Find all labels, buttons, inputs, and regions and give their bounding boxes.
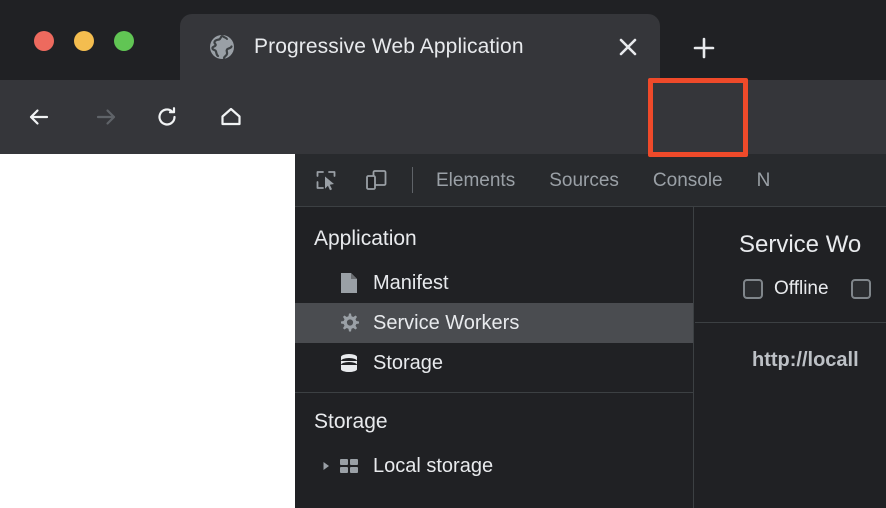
page-content-area [0,154,295,508]
database-icon [335,352,363,374]
sidebar-item-label: Service Workers [373,312,519,335]
table-icon [335,456,363,476]
devtools-sidebar: Application Manifest [295,207,694,508]
inspect-element-icon [313,167,339,193]
device-toolbar-icon [363,167,389,193]
sidebar-item-label: Manifest [373,272,449,295]
devtools-body: Application Manifest [295,207,886,508]
new-tab-button[interactable] [682,26,726,70]
close-icon [617,36,639,58]
section-title-application: Application [295,207,693,263]
service-worker-origin: http://locall [695,323,886,372]
sidebar-item-label: Local storage [373,455,493,478]
tab-close-button[interactable] [606,25,650,69]
tab-network[interactable]: N [740,154,771,207]
toolbar-divider [412,167,413,193]
service-workers-header: Service Wo Offline [695,207,886,300]
devtools-panel: Elements Sources Console N Application [295,154,886,508]
service-workers-pane: Service Wo Offline http://locall [695,207,886,508]
home-icon [216,102,246,132]
window-controls [34,31,134,51]
window-minimize-button[interactable] [74,31,94,51]
second-checkbox[interactable] [851,279,882,299]
sidebar-item-storage[interactable]: Storage [295,343,693,383]
globe-icon [209,34,235,60]
pane-title: Service Wo [739,231,886,259]
tab-elements[interactable]: Elements [419,154,532,207]
reload-icon [152,102,182,132]
devtools-toolbar: Elements Sources Console N [295,154,886,207]
offline-checkbox[interactable]: Offline [743,278,829,300]
offline-label: Offline [774,278,829,300]
tab-strip: Progressive Web Application [0,0,886,80]
tab-console[interactable]: Console [636,154,740,207]
chevron-right-icon[interactable] [317,460,335,472]
service-worker-options: Offline [743,278,886,300]
inspect-element-button[interactable] [307,161,345,199]
gear-icon [335,312,363,334]
arrow-left-icon [24,102,54,132]
browser-toolbar: localhost:8080 [0,80,886,154]
tab-sources[interactable]: Sources [532,154,636,207]
browser-window: Progressive Web Application [0,0,886,508]
arrow-right-icon [91,102,121,132]
sidebar-item-service-workers[interactable]: Service Workers [295,303,693,343]
sidebar-item-manifest[interactable]: Manifest [295,263,693,303]
document-icon [335,272,363,294]
forward-button [86,97,126,137]
section-title-storage: Storage [295,393,693,446]
reload-button[interactable] [147,97,187,137]
browser-tab[interactable]: Progressive Web Application [180,14,660,80]
device-toolbar-button[interactable] [357,161,395,199]
back-button[interactable] [19,97,59,137]
checkbox-box[interactable] [851,279,871,299]
sidebar-item-local-storage[interactable]: Local storage [295,446,693,486]
window-close-button[interactable] [34,31,54,51]
window-zoom-button[interactable] [114,31,134,51]
plus-icon [691,35,717,61]
tab-title: Progressive Web Application [254,35,606,59]
home-button[interactable] [211,97,251,137]
sidebar-item-label: Storage [373,352,443,375]
checkbox-box[interactable] [743,279,763,299]
